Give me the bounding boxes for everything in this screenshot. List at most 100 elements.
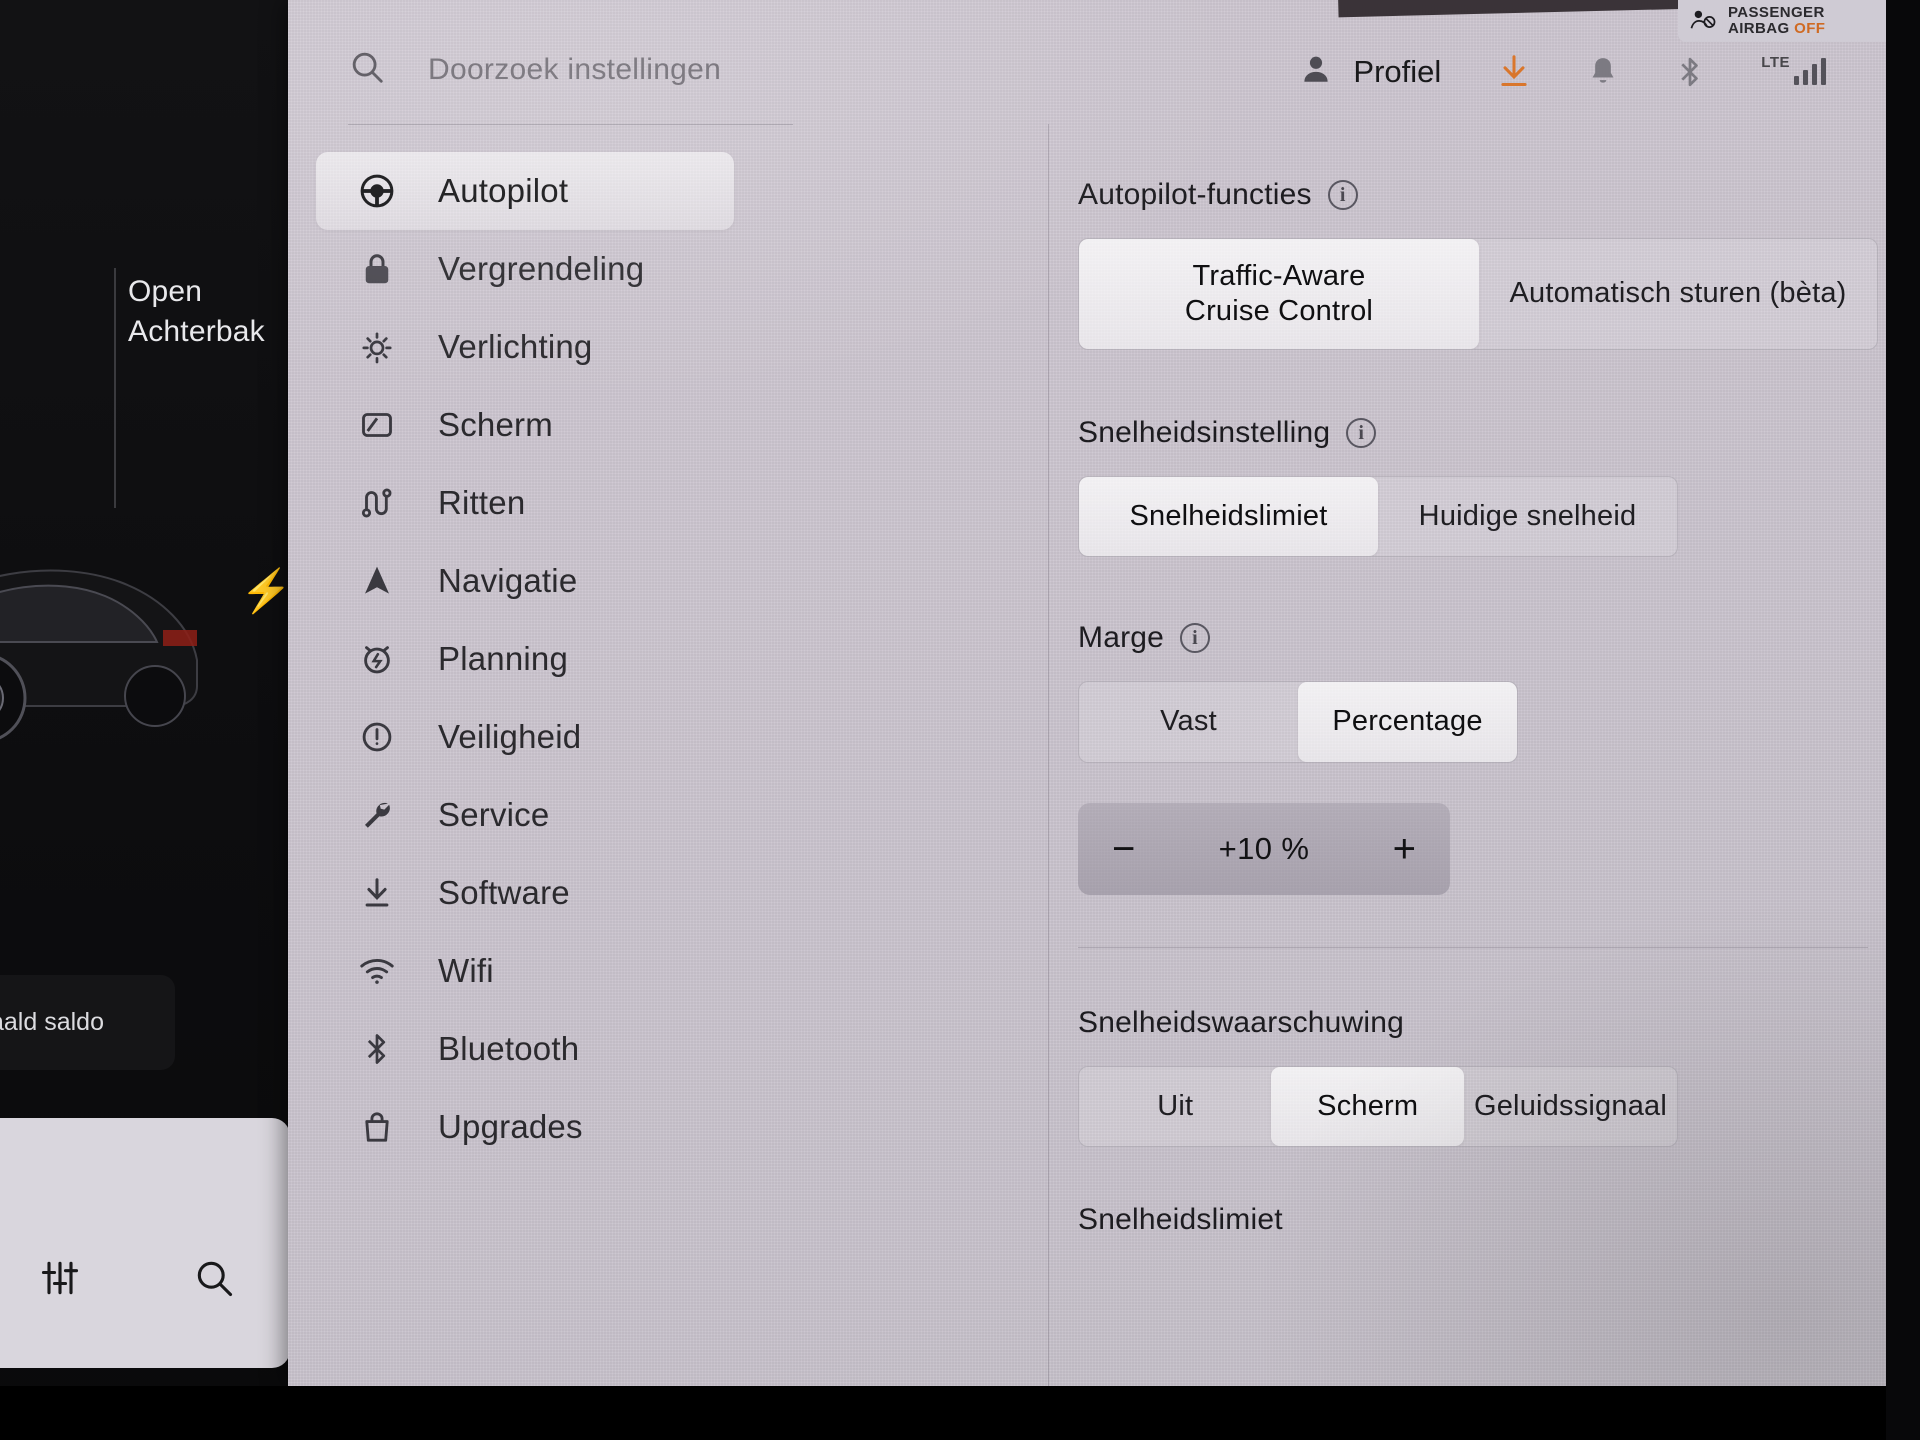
software-download-icon[interactable] — [1497, 54, 1531, 90]
settings-sidebar: Autopilot Vergrendeling Verlichting Sche… — [316, 152, 1016, 1386]
stepper-value: +10 % — [1218, 830, 1310, 866]
header-status-area: Profiel LTE — [1299, 52, 1826, 91]
sidebar-item-bluetooth[interactable]: Bluetooth — [316, 1010, 1016, 1088]
speed-warning-segmented-control[interactable]: Uit Scherm Geluidssignaal — [1078, 1065, 1678, 1148]
network-type-label: LTE — [1761, 54, 1790, 71]
cellular-signal-indicator: LTE — [1761, 54, 1826, 85]
sidebar-item-autopilot[interactable]: Autopilot — [316, 152, 734, 230]
segment-autosteer-beta[interactable]: Automatisch sturen (bèta) — [1479, 239, 1877, 349]
lock-icon — [356, 251, 398, 287]
tacc-line2: Cruise Control — [1184, 295, 1374, 327]
open-trunk-line1: Open — [128, 275, 203, 308]
profile-button[interactable]: Profiel — [1299, 52, 1441, 91]
sidebar-item-planning[interactable]: Planning — [316, 620, 1016, 698]
speed-setting-segmented-control[interactable]: Snelheidslimiet Huidige snelheid — [1078, 476, 1678, 558]
open-trunk-button[interactable]: Open Achterbak — [128, 272, 265, 352]
wifi-icon — [356, 955, 398, 987]
search-icon[interactable] — [192, 1256, 236, 1305]
person-icon — [1299, 52, 1333, 91]
shopping-bag-icon — [356, 1109, 398, 1145]
bottom-toolbar — [10, 1235, 300, 1325]
wrench-icon — [356, 797, 398, 833]
settings-header: Doorzoek instellingen Profiel LTE — [288, 0, 1918, 142]
bluetooth-icon[interactable] — [1675, 54, 1705, 90]
bell-icon[interactable] — [1587, 55, 1619, 89]
sidebar-item-label: Software — [438, 874, 570, 911]
signal-bar-4 — [1821, 58, 1826, 85]
divider — [114, 268, 116, 508]
brightness-icon — [356, 329, 398, 365]
steering-wheel-icon — [356, 172, 398, 210]
section-title: Snelheidsinstelling — [1078, 416, 1331, 449]
sidebar-item-service[interactable]: Service — [316, 776, 1016, 854]
sidebar-item-label: Verlichting — [438, 328, 593, 365]
sidebar-item-vergrendeling[interactable]: Vergrendeling — [316, 230, 1016, 308]
sidebar-item-scherm[interactable]: Scherm — [316, 386, 1016, 464]
alarm-clock-icon — [356, 641, 398, 677]
info-icon[interactable]: i — [1346, 418, 1377, 448]
segment-scherm[interactable]: Scherm — [1271, 1066, 1464, 1147]
segment-geluidssignaal[interactable]: Geluidssignaal — [1464, 1067, 1677, 1146]
airbag-status: OFF — [1794, 20, 1826, 37]
sliders-icon[interactable] — [38, 1256, 82, 1305]
sidebar-item-label: Wifi — [438, 952, 494, 989]
sidebar-item-upgrades[interactable]: Upgrades — [316, 1088, 1016, 1166]
sidebar-item-label: Navigatie — [438, 562, 578, 599]
sidebar-item-label: Planning — [438, 640, 569, 677]
column-divider — [1048, 124, 1049, 1386]
sidebar-item-label: Vergrendeling — [438, 250, 645, 287]
header-divider — [348, 124, 793, 125]
bluetooth-icon — [356, 1030, 398, 1068]
sidebar-item-wifi[interactable]: Wifi — [316, 932, 1016, 1010]
margin-type-segmented-control[interactable]: Vast Percentage — [1078, 681, 1518, 763]
section-title: Snelheidslimiet — [1078, 1203, 1283, 1237]
route-icon — [356, 485, 398, 521]
sidebar-item-verlichting[interactable]: Verlichting — [316, 308, 1016, 386]
sidebar-item-label: Scherm — [438, 406, 553, 443]
segment-uit[interactable]: Uit — [1079, 1067, 1271, 1146]
passenger-airbag-off-icon — [1688, 6, 1718, 37]
screen-bezel-bottom — [0, 1386, 1920, 1440]
open-trunk-line2: Achterbak — [128, 315, 265, 348]
sidebar-item-label: Bluetooth — [438, 1030, 580, 1067]
vehicle-illustration — [0, 569, 198, 740]
passenger-airbag-indicator: PASSENGER AIRBAG OFF — [1678, 0, 1920, 42]
section-title: Autopilot-functies — [1078, 178, 1312, 211]
navigation-arrow-icon — [356, 563, 398, 599]
section-header-marge: Marge i — [1078, 621, 1878, 655]
signal-bar-1 — [1794, 76, 1799, 85]
section-title: Marge — [1078, 621, 1165, 655]
segment-snelheidslimiet[interactable]: Snelheidslimiet — [1079, 477, 1378, 557]
margin-percentage-stepper[interactable]: − +10 % + — [1078, 802, 1450, 895]
increment-button[interactable]: + — [1393, 829, 1416, 869]
airbag-line1: PASSENGER — [1728, 4, 1825, 22]
section-header-autopilot-functies: Autopilot-functies i — [1078, 178, 1878, 212]
segment-vast[interactable]: Vast — [1079, 682, 1298, 761]
sidebar-item-navigatie[interactable]: Navigatie — [316, 542, 1016, 620]
section-title: Snelheidswaarschuwing — [1078, 1005, 1405, 1039]
search-bar[interactable]: Doorzoek instellingen — [348, 48, 721, 91]
info-icon[interactable]: i — [1327, 180, 1358, 210]
segment-huidige-snelheid[interactable]: Huidige snelheid — [1378, 477, 1677, 556]
balance-banner[interactable]: aald saldo — [0, 975, 175, 1070]
sidebar-item-ritten[interactable]: Ritten — [316, 464, 1016, 542]
display-icon — [356, 408, 398, 442]
charging-bolt-icon: ⚡ — [240, 567, 293, 614]
info-icon[interactable]: i — [1180, 623, 1211, 654]
sidebar-item-label: Autopilot — [438, 172, 569, 209]
search-input[interactable]: Doorzoek instellingen — [428, 53, 721, 87]
sidebar-item-software[interactable]: Software — [316, 854, 1016, 932]
section-header-snelheidswaarschuwing: Snelheidswaarschuwing — [1078, 1006, 1878, 1040]
tesla-touchscreen: Open Achterbak ⚡ aald saldo Doorzoek ins… — [0, 0, 1920, 1440]
segment-traffic-aware-cruise-control[interactable]: Traffic-Aware Cruise Control — [1079, 239, 1479, 349]
sidebar-item-label: Service — [438, 796, 550, 833]
search-icon — [348, 48, 386, 91]
decrement-button[interactable]: − — [1112, 829, 1135, 869]
segment-percentage[interactable]: Percentage — [1298, 682, 1517, 762]
autopilot-features-segmented-control[interactable]: Traffic-Aware Cruise Control Automatisch… — [1078, 238, 1878, 350]
section-header-snelheidslimiet: Snelheidslimiet — [1078, 1203, 1878, 1237]
sidebar-item-veiligheid[interactable]: Veiligheid — [316, 698, 1016, 776]
alert-circle-icon — [356, 719, 398, 755]
section-header-snelheidsinstelling: Snelheidsinstelling i — [1078, 416, 1878, 450]
screen-bezel-right — [1886, 0, 1920, 1440]
